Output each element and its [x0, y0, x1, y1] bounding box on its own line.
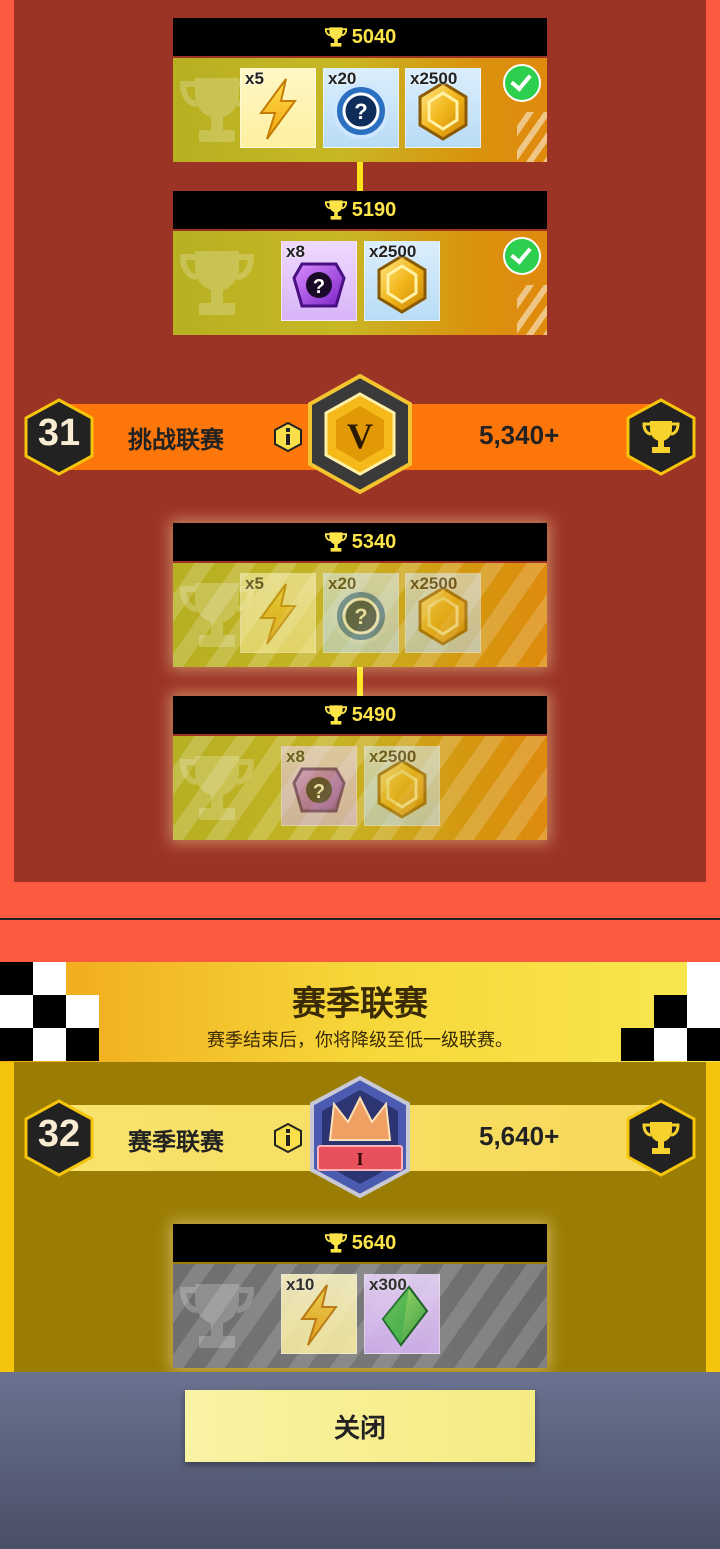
trophy-icon — [324, 703, 348, 727]
claimed-check-icon — [503, 237, 541, 275]
season-league-header: 赛季联赛 赛季结束后，你将降级至低一级联赛。 — [0, 962, 720, 1062]
trophy-icon — [324, 198, 348, 222]
tier-header: 5340 — [173, 523, 547, 561]
reward-item-gold-coin[interactable]: x2500 — [364, 746, 440, 826]
trophy-icon — [324, 25, 348, 49]
trophy-ghost-icon — [177, 744, 257, 832]
item-quantity: x2500 — [410, 69, 458, 88]
reward-item-mystery-token[interactable]: x20 — [323, 573, 399, 653]
reward-item-gold-coin[interactable]: x2500 — [405, 573, 481, 653]
tier-header: 5190 — [173, 191, 547, 229]
league-trophies-required: 5,340+ — [479, 420, 560, 450]
reward-item-mystery-gem-box[interactable]: x8 — [281, 746, 357, 826]
league-trophy-badge — [626, 398, 696, 476]
close-button[interactable]: 关闭 — [185, 1390, 535, 1462]
tier-trophies: 5340 — [351, 530, 397, 553]
emblem-letter: I — [356, 1149, 363, 1169]
reward-item-energy-bolt[interactable]: x10 — [281, 1274, 357, 1354]
trophy-icon — [641, 1118, 681, 1158]
league-name: 赛季联赛 — [128, 1128, 224, 1156]
item-quantity: x2500 — [369, 747, 417, 766]
item-quantity: x2500 — [410, 574, 458, 593]
season-subtitle: 赛季结束后，你将降级至低一级联赛。 — [207, 1030, 513, 1051]
league-rank-number: 32 — [37, 1113, 81, 1155]
league-emblem-challenge: V — [298, 372, 422, 496]
tier-header: 5490 — [173, 696, 547, 734]
claimed-check-icon — [503, 64, 541, 102]
tier-body: x10 x300 — [173, 1264, 547, 1368]
league-emblem-season: I — [304, 1074, 416, 1200]
trophy-icon — [324, 1231, 348, 1255]
tier-trophies: 5190 — [351, 198, 397, 221]
reward-item-energy-bolt[interactable]: x5 — [240, 573, 316, 653]
tier-body: x8 x2500 — [173, 736, 547, 840]
emblem-letter: V — [347, 416, 373, 456]
reward-item-gold-coin[interactable]: x2500 — [405, 68, 481, 148]
stripe-decoration — [517, 285, 547, 335]
item-quantity: x8 — [286, 747, 305, 766]
league-rank-badge: 31 — [24, 398, 94, 476]
item-quantity: x8 — [286, 242, 305, 261]
tier-trophies: 5640 — [351, 1231, 397, 1254]
tier-connector — [357, 162, 363, 192]
trophy-icon — [324, 530, 348, 554]
item-quantity: x5 — [245, 574, 264, 593]
tier-trophies: 5040 — [351, 25, 397, 48]
reward-item-green-gem[interactable]: x300 — [364, 1274, 440, 1354]
reward-item-mystery-gem-box[interactable]: x8 — [281, 241, 357, 321]
league-rank-number: 31 — [37, 412, 81, 454]
tier-body: x5 x20 x2500 — [173, 563, 547, 667]
info-icon[interactable] — [273, 1123, 303, 1153]
tier-trophies: 5490 — [351, 703, 397, 726]
item-quantity: x10 — [286, 1275, 315, 1294]
reward-item-gold-coin[interactable]: x2500 — [364, 241, 440, 321]
item-quantity: x2500 — [369, 242, 417, 261]
season-title: 赛季联赛 — [292, 984, 428, 1024]
stripe-decoration — [517, 112, 547, 162]
league-trophies-required: 5,640+ — [479, 1121, 560, 1151]
tier-body: x8 x2500 — [173, 231, 547, 335]
tier-header: 5640 — [173, 1224, 547, 1262]
league-name: 挑战联赛 — [128, 426, 224, 454]
reward-tier-5340[interactable]: 5340 x5 x20 x2500 — [173, 523, 547, 667]
league-rank-badge: 32 — [24, 1099, 94, 1177]
item-quantity: x20 — [328, 69, 357, 88]
trophy-icon — [641, 417, 681, 457]
tier-body: x5 x20 x2500 — [173, 58, 547, 162]
reward-tier-5640[interactable]: 5640 x10 x300 — [173, 1224, 547, 1368]
league-trophy-badge — [626, 1099, 696, 1177]
reward-item-mystery-token[interactable]: x20 — [323, 68, 399, 148]
item-quantity: x5 — [245, 69, 264, 88]
divider — [0, 918, 720, 920]
trophy-ghost-icon — [177, 239, 257, 327]
item-quantity: x20 — [328, 574, 357, 593]
trophy-ghost-icon — [177, 1272, 257, 1360]
reward-tier-5190[interactable]: 5190 x8 x2500 — [173, 191, 547, 335]
reward-tier-5040[interactable]: 5040 x5 x20 x2500 — [173, 18, 547, 162]
tier-header: 5040 — [173, 18, 547, 56]
tier-connector — [357, 667, 363, 697]
reward-tier-5490[interactable]: 5490 x8 x2500 — [173, 696, 547, 840]
item-quantity: x300 — [369, 1275, 407, 1294]
reward-item-energy-bolt[interactable]: x5 — [240, 68, 316, 148]
